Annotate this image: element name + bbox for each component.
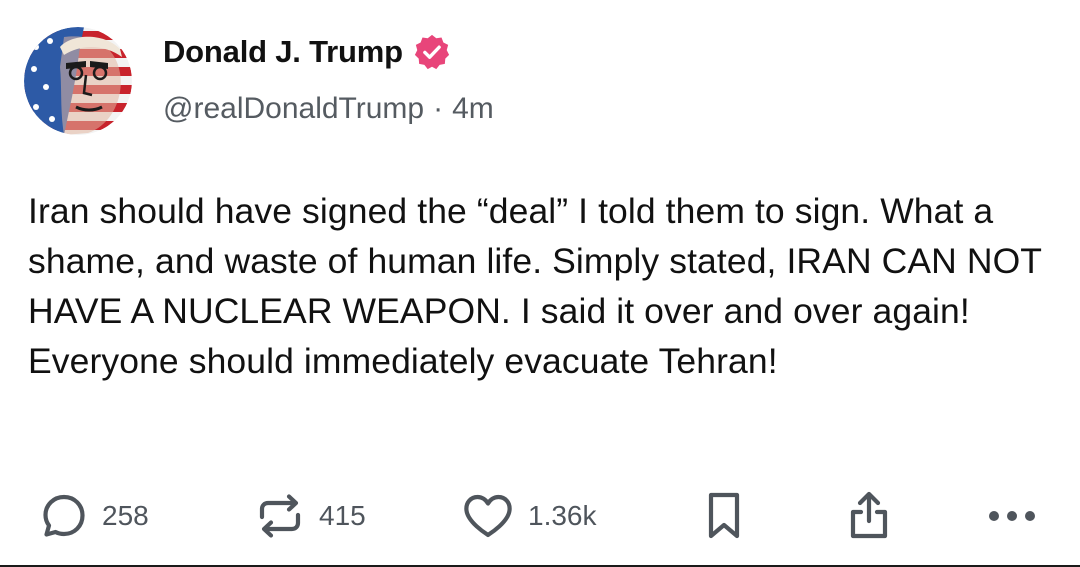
bookmark-icon (708, 492, 740, 539)
like-count: 1.36k (528, 500, 597, 531)
reply-button[interactable]: 258 (40, 488, 149, 544)
heart-icon (464, 494, 512, 538)
author-handle[interactable]: @realDonaldTrump (163, 92, 424, 126)
like-button[interactable]: 1.36k (462, 488, 597, 544)
post-card: Donald J. Trump @realDonaldTrump · 4m Ir… (0, 0, 1080, 567)
bookmark-button[interactable] (700, 488, 748, 544)
reply-bubble-icon (43, 494, 85, 537)
meta-separator: · (433, 92, 444, 125)
share-icon (850, 491, 888, 539)
author-name-row: Donald J. Trump (163, 30, 451, 74)
avatar[interactable] (24, 27, 132, 135)
verified-badge-icon (413, 33, 451, 71)
more-options-button[interactable] (986, 488, 1038, 544)
repost-count: 415 (319, 500, 366, 531)
post-action-bar: 258 415 1.36k (0, 488, 1080, 544)
flag-portrait-avatar-icon (24, 27, 132, 135)
post-timestamp[interactable]: 4m (452, 92, 494, 126)
repost-icon (259, 494, 301, 538)
reply-count: 258 (102, 500, 149, 531)
repost-button[interactable]: 415 (255, 488, 366, 544)
more-dots-icon (989, 511, 1035, 521)
post-body-text: Iran should have signed the “deal” I tol… (28, 191, 1042, 381)
author-display-name[interactable]: Donald J. Trump (163, 34, 403, 70)
author-meta-row: @realDonaldTrump · 4m (163, 92, 494, 126)
share-button[interactable] (845, 488, 893, 544)
